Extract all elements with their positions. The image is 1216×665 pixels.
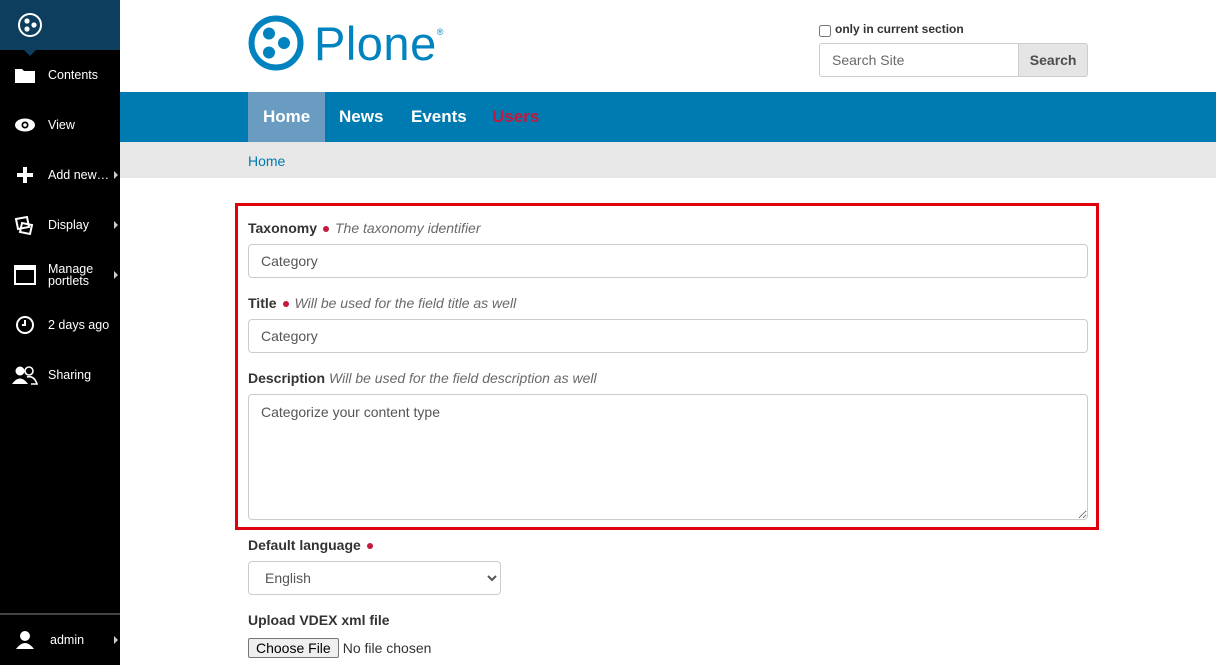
toolbar-sharing[interactable]: Sharing — [0, 350, 120, 400]
title-label-row: Title Will be used for the field title a… — [248, 295, 516, 311]
logo-text: Plone — [314, 16, 437, 70]
default-language-label-row: Default language — [248, 537, 379, 553]
required-indicator — [366, 543, 373, 549]
only-current-section-checkbox[interactable] — [819, 25, 831, 37]
only-current-section-option[interactable]: only in current section — [819, 20, 1088, 38]
toolbar-display[interactable]: Display — [0, 200, 120, 250]
file-upload: Choose File No file chosen — [248, 638, 431, 658]
submenu-arrow-icon — [114, 271, 118, 279]
required-indicator — [282, 301, 289, 307]
plone-logo-icon — [248, 15, 304, 71]
tab-home[interactable]: Home — [248, 92, 326, 142]
tab-news[interactable]: News — [324, 92, 398, 142]
plone-logo-icon — [18, 13, 42, 37]
users-icon — [12, 366, 38, 385]
description-label: Description — [248, 370, 326, 386]
user-name: admin — [50, 633, 85, 647]
taxonomy-label-row: Taxonomy The taxonomy identifier — [248, 220, 481, 236]
toolbar-label: Add new… — [48, 168, 110, 182]
search-input[interactable] — [819, 43, 1019, 77]
user-icon — [16, 631, 34, 649]
taxonomy-help: The taxonomy identifier — [334, 220, 481, 236]
toolbar-manage-portlets[interactable]: Manage portlets — [0, 250, 120, 300]
title-field[interactable] — [248, 319, 1088, 353]
toolbar-label: View — [48, 118, 75, 132]
clock-icon — [16, 316, 34, 334]
toolbar-label: Manage portlets — [48, 262, 94, 288]
plus-icon — [17, 167, 33, 183]
toolbar-add-new[interactable]: Add new… — [0, 150, 120, 200]
plone-toolbar: Contents View Add new… Display Manage po… — [0, 0, 120, 665]
choose-file-button[interactable]: Choose File — [248, 638, 339, 658]
tab-users[interactable]: Users — [477, 92, 554, 142]
description-label-row: Description Will be used for the field d… — [248, 370, 597, 386]
description-help: Will be used for the field description a… — [329, 370, 597, 386]
display-icon — [14, 215, 34, 235]
toolbar-label: Contents — [48, 68, 99, 82]
site-logo[interactable]: Plone ® — [248, 15, 443, 71]
tab-events[interactable]: Events — [396, 92, 482, 142]
global-navigation: Home News Events Users — [120, 92, 1216, 142]
search-button[interactable]: Search — [1018, 43, 1088, 77]
window-icon — [14, 265, 36, 285]
toolbar-label: Display — [48, 218, 89, 232]
submenu-arrow-icon — [114, 221, 118, 229]
breadcrumb-home-link[interactable]: Home — [248, 153, 285, 169]
required-indicator — [322, 226, 329, 232]
upload-label: Upload VDEX xml file — [248, 612, 390, 628]
toolbar-view[interactable]: View — [0, 100, 120, 150]
logo-registered-mark: ® — [436, 27, 444, 37]
description-field[interactable]: Categorize your content type — [248, 394, 1088, 520]
toolbar-user-menu[interactable]: admin — [0, 613, 120, 665]
only-current-section-label: only in current section — [835, 22, 964, 36]
file-status: No file chosen — [342, 640, 432, 656]
toolbar-logo[interactable] — [0, 0, 120, 56]
title-help: Will be used for the field title as well — [294, 295, 517, 311]
eye-icon — [15, 118, 35, 132]
upload-label-row: Upload VDEX xml file — [248, 612, 390, 628]
folder-icon — [15, 69, 35, 83]
default-language-label: Default language — [248, 537, 361, 553]
toolbar-contents[interactable]: Contents — [0, 50, 120, 100]
toolbar-label: 2 days ago — [48, 318, 110, 332]
submenu-arrow-icon — [114, 636, 118, 644]
title-label: Title — [248, 295, 277, 311]
taxonomy-label: Taxonomy — [248, 220, 317, 236]
breadcrumb: Home — [120, 142, 1216, 178]
default-language-select[interactable]: English — [248, 561, 501, 595]
submenu-arrow-icon — [114, 171, 118, 179]
taxonomy-field[interactable] — [248, 244, 1088, 278]
toolbar-label: Sharing — [48, 368, 92, 382]
toolbar-history[interactable]: 2 days ago — [0, 300, 120, 350]
site-search: only in current section Search — [819, 20, 1088, 77]
